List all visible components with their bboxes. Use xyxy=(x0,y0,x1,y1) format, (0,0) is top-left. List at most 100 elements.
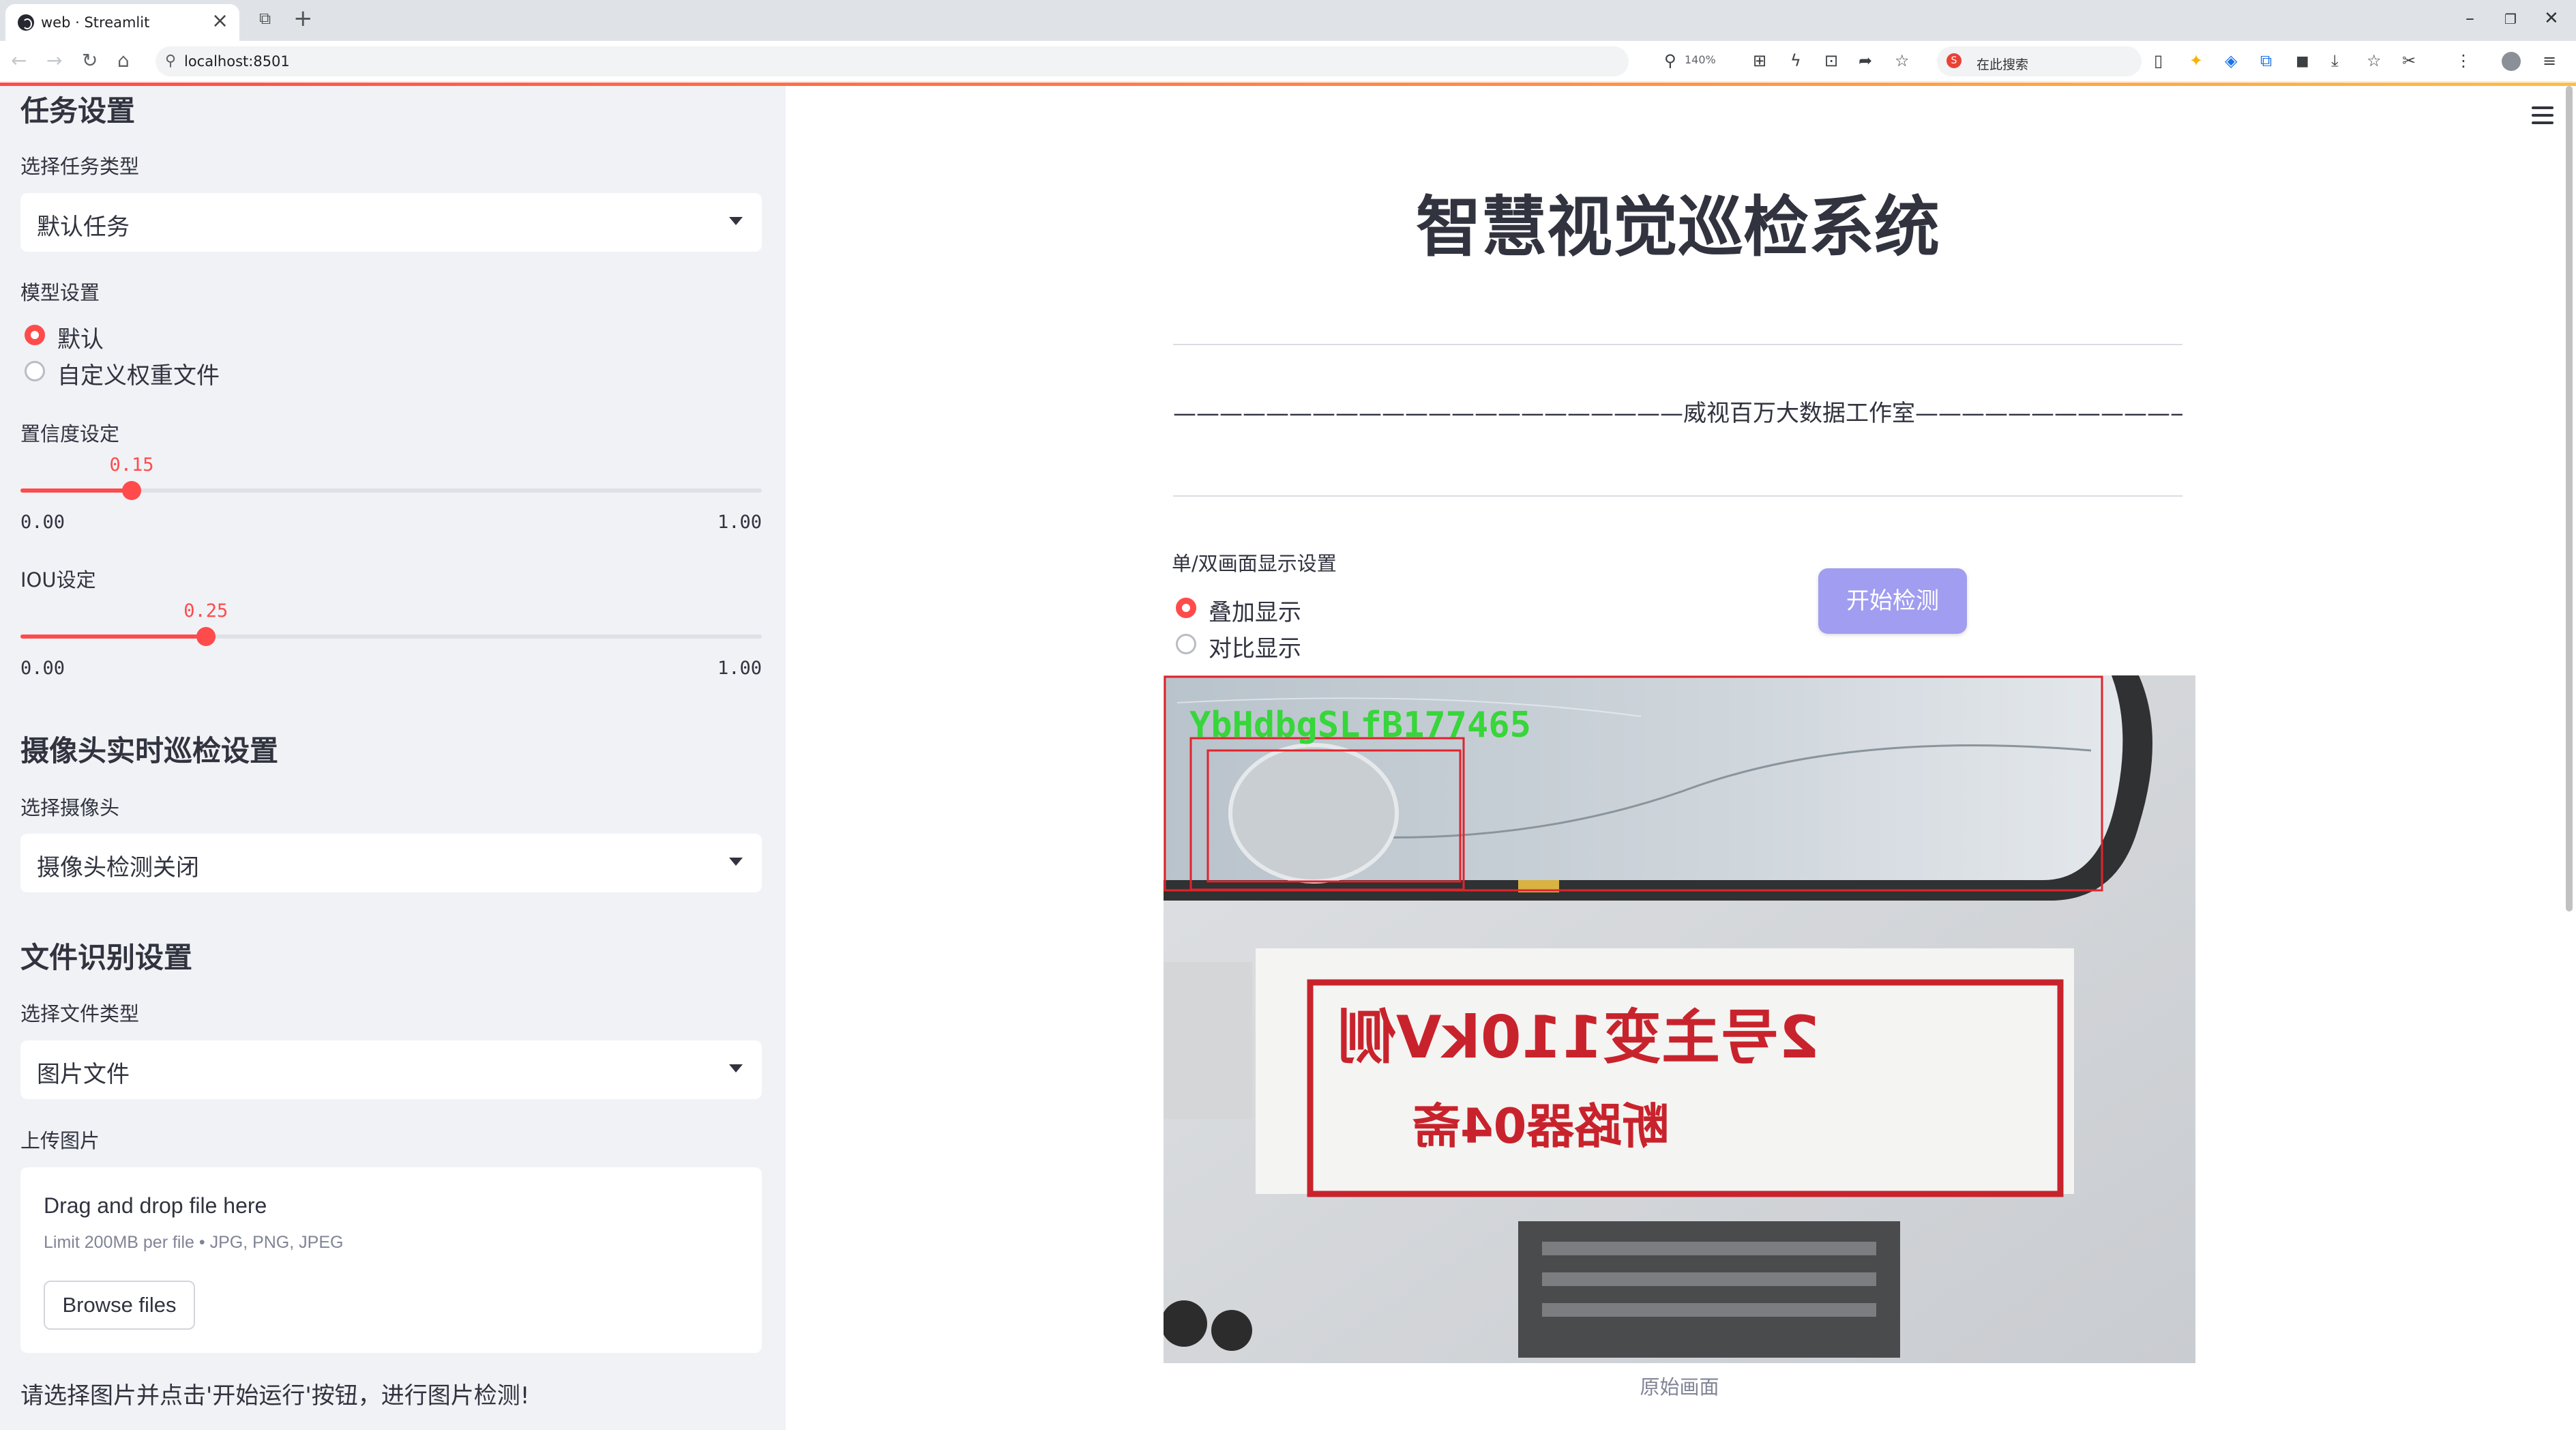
extension-color-icon[interactable]: ✦ xyxy=(2189,50,2203,71)
tab-group-icon[interactable]: ⧉ xyxy=(259,9,271,28)
close-window-icon[interactable]: ✕ xyxy=(2544,8,2559,29)
app-menu-icon[interactable] xyxy=(2532,106,2553,129)
browser-toolbar: ← → ↻ ⌂ ⚲ localhost:8501 ⚲ 140% ⊞ ϟ ⊡ ➦ … xyxy=(0,41,2576,82)
nameplate-line xyxy=(1542,1242,1876,1255)
chevron-down-icon xyxy=(729,217,743,225)
search-engine-icon[interactable]: S xyxy=(1946,53,1961,68)
upload-dropzone-title: Drag and drop file here xyxy=(44,1193,267,1218)
reader-icon[interactable]: ▯ xyxy=(2154,50,2163,71)
detection-image-drawing: 2号主变110kV侧 断路器04斋 YbHdbgSLfB177465 xyxy=(1164,675,2195,1363)
new-tab-icon[interactable]: + xyxy=(293,5,313,32)
download-icon[interactable]: ⤓ xyxy=(2331,50,2339,71)
camera-select[interactable]: 摄像头检测关闭 xyxy=(20,834,762,892)
gauge-dial xyxy=(1228,743,1399,884)
start-detection-button[interactable]: 开始检测 xyxy=(1818,568,1967,634)
model-option-label: 默认 xyxy=(57,326,104,353)
chevron-down-icon xyxy=(729,858,743,866)
lightning-icon[interactable]: ϟ xyxy=(1790,50,1801,71)
divider xyxy=(1173,344,2182,345)
screenshot-icon[interactable]: ⊡ xyxy=(1824,50,1838,71)
image-caption: 原始画面 xyxy=(1640,1375,1719,1399)
more-menu-icon[interactable]: ⋮ xyxy=(2455,50,2472,71)
search-box[interactable]: S 在此搜索 xyxy=(1937,46,2142,76)
top-decoration-bar xyxy=(0,83,2576,86)
confidence-slider[interactable]: 0.15 0.00 1.00 xyxy=(20,454,762,536)
radio-checked-icon[interactable] xyxy=(25,325,45,345)
iou-label: IOU设定 xyxy=(20,568,96,592)
search-placeholder: 在此搜索 xyxy=(1977,57,2029,72)
file-type-value: 图片文件 xyxy=(37,1061,130,1088)
translate-ext-icon[interactable]: ⧉ xyxy=(2260,50,2272,71)
file-type-label: 选择文件类型 xyxy=(20,1002,140,1025)
slider-min: 0.00 xyxy=(20,658,65,679)
streamlit-favicon-icon xyxy=(18,14,34,31)
site-info-icon[interactable]: ⚲ xyxy=(165,53,176,70)
radio-unchecked-icon[interactable] xyxy=(25,361,45,381)
small-label-plate xyxy=(1164,962,1252,1119)
display-option-label: 叠加显示 xyxy=(1209,599,1301,626)
scissors-icon[interactable]: ✂ xyxy=(2402,50,2416,71)
slider-thumb[interactable] xyxy=(122,481,142,500)
scrollbar[interactable] xyxy=(2566,86,2573,911)
upload-limit: Limit 200MB per file • JPG, PNG, JPEG xyxy=(44,1233,344,1252)
model-option-label: 自定义权重文件 xyxy=(57,362,220,390)
back-icon[interactable]: ← xyxy=(11,49,27,72)
task-type-value: 默认任务 xyxy=(37,214,130,241)
url-text: localhost:8501 xyxy=(184,53,290,70)
camera-label: 选择摄像头 xyxy=(20,796,120,819)
slider-min: 0.00 xyxy=(20,512,65,533)
file-uploader[interactable]: Drag and drop file here Limit 200MB per … xyxy=(20,1167,762,1353)
display-mode-label: 单/双画面显示设置 xyxy=(1172,552,1337,575)
forward-icon[interactable]: → xyxy=(46,49,62,72)
sidebar-hint: 请选择图片并点击'开始运行'按钮，进行图片检测! xyxy=(20,1382,530,1410)
sign-text-line1: 2号主变110kV侧 xyxy=(1337,1004,1820,1072)
restore-icon[interactable]: ❐ xyxy=(2504,11,2517,27)
slider-track[interactable] xyxy=(20,627,762,646)
task-type-label: 选择任务类型 xyxy=(20,155,140,178)
bookmark-star-icon[interactable]: ☆ xyxy=(1895,50,1910,71)
camera-section-title: 摄像头实时巡检设置 xyxy=(20,734,279,768)
minimize-icon[interactable]: – xyxy=(2466,8,2474,29)
browse-files-button[interactable]: Browse files xyxy=(44,1281,195,1330)
confidence-value: 0.15 xyxy=(109,454,154,476)
iou-slider[interactable]: 0.25 0.00 1.00 xyxy=(20,600,762,682)
reload-icon[interactable]: ↻ xyxy=(82,49,98,72)
home-icon[interactable]: ⌂ xyxy=(117,49,130,72)
address-bar[interactable]: ⚲ localhost:8501 xyxy=(156,46,1629,76)
chevron-down-icon xyxy=(729,1064,743,1072)
translate-icon[interactable]: ⊞ xyxy=(1753,50,1766,71)
model-label: 模型设置 xyxy=(20,281,100,304)
file-type-select[interactable]: 图片文件 xyxy=(20,1040,762,1099)
task-section-title: 任务设置 xyxy=(20,94,136,128)
cabinet-hole xyxy=(1211,1310,1252,1351)
share-icon[interactable]: ➦ xyxy=(1859,50,1872,71)
slider-fill xyxy=(20,488,132,493)
zoom-icon[interactable]: ⚲ xyxy=(1664,50,1676,71)
nameplate-line xyxy=(1542,1272,1876,1286)
nameplate-line xyxy=(1542,1303,1876,1317)
radio-checked-icon[interactable] xyxy=(1176,598,1196,618)
radio-unchecked-icon[interactable] xyxy=(1176,634,1196,654)
extension-dark-icon[interactable]: ◼ xyxy=(2296,50,2309,71)
profile-avatar-icon[interactable] xyxy=(2502,52,2521,71)
browser-tab[interactable]: web · Streamlit × xyxy=(5,4,239,41)
page-title: 智慧视觉巡检系统 xyxy=(1416,189,1940,265)
file-section-title: 文件识别设置 xyxy=(20,941,193,974)
slider-max: 1.00 xyxy=(717,658,762,679)
favorites-icon[interactable]: ☆ xyxy=(2367,50,2382,71)
tab-close-icon[interactable]: × xyxy=(211,10,228,32)
confidence-label: 置信度设定 xyxy=(20,422,120,446)
display-option-label: 对比显示 xyxy=(1209,635,1301,662)
slider-track[interactable] xyxy=(20,481,762,500)
page-subtitle: ——————————————————————威视百万大数据工作室————————… xyxy=(1173,400,2182,427)
browser-menu-icon[interactable]: ≡ xyxy=(2543,50,2556,71)
upload-label: 上传图片 xyxy=(20,1129,100,1152)
slider-max: 1.00 xyxy=(717,512,762,533)
slider-thumb[interactable] xyxy=(196,627,216,646)
tab-title: web · Streamlit xyxy=(41,14,150,31)
zoom-level[interactable]: 140% xyxy=(1685,53,1716,66)
extension-blue-icon[interactable]: ◈ xyxy=(2225,50,2237,71)
browser-tab-bar: web · Streamlit × ⧉ + – ❐ ✕ xyxy=(0,0,2576,41)
sidebar: 任务设置 选择任务类型 默认任务 模型设置 默认 自定义权重文件 置信度设定 0… xyxy=(0,83,786,1430)
task-type-select[interactable]: 默认任务 xyxy=(20,193,762,252)
